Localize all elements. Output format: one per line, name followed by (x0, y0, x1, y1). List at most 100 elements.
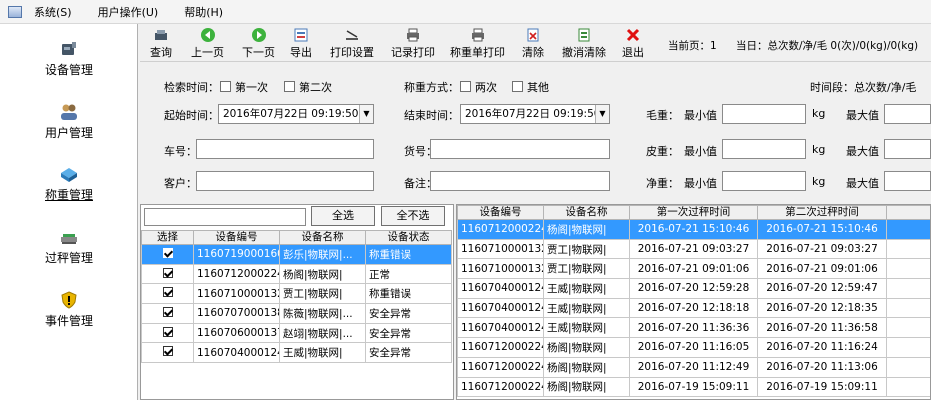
two-times-checkbox[interactable]: 两次 (460, 79, 497, 95)
export-button[interactable]: 导出 (290, 27, 312, 60)
customer-input[interactable] (196, 171, 374, 191)
select-checkbox-cell[interactable] (141, 263, 194, 285)
column-header[interactable]: 设备编号 (457, 205, 544, 220)
checkbox-box[interactable] (512, 81, 523, 92)
menu-system[interactable]: 系统(S) (34, 4, 72, 20)
record-extra-cell (886, 278, 930, 299)
checkbox-checked-icon[interactable] (162, 287, 173, 298)
column-header[interactable]: 选择 (141, 230, 194, 245)
record-first-time-cell: 2016-07-20 12:18:18 (629, 297, 758, 319)
checkbox-checked-icon[interactable] (162, 346, 173, 357)
customer-label: 客户： (164, 177, 197, 190)
record-name-cell: 贾工|物联网| (543, 238, 630, 260)
query-button[interactable]: 查询 (150, 27, 172, 60)
column-header[interactable]: 第一次过秤时间 (629, 205, 758, 220)
second-checkbox[interactable]: 第二次 (284, 79, 332, 95)
record-code-cell: 1160704000124 (457, 317, 544, 339)
prev-page-button[interactable]: 上一页 (191, 27, 224, 60)
device-code-cell: 1160704000124 (193, 342, 280, 364)
column-header[interactable]: 设备状态 (365, 230, 452, 245)
clear-button[interactable]: 清除 (522, 27, 544, 60)
record-print-button[interactable]: 记录打印 (391, 27, 435, 60)
record-second-time-cell: 2016-07-20 12:59:47 (757, 278, 887, 299)
checkbox-box[interactable] (460, 81, 471, 92)
record-name-cell: 王威|物联网| (543, 297, 630, 319)
record-extra-cell (886, 356, 930, 378)
chevron-down-icon[interactable]: ▼ (359, 105, 373, 123)
table-row[interactable]: 1160710000132 贾工|物联网| 称重错误 (141, 283, 452, 305)
table-row[interactable]: 1160712000224 杨阁|物联网| 2016-07-19 15:09:11 2… (457, 376, 930, 398)
records-table: 设备编号 设备名称 第一次过秤时间 第二次过秤时间 1160712000224 杨… (457, 205, 930, 398)
tare-min-input[interactable] (722, 139, 806, 159)
table-row[interactable]: 1160704000124 王威|物联网| 安全异常 (141, 342, 452, 364)
table-row[interactable]: 1160710000132 贾工|物联网| 2016-07-21 09:01:06 2… (457, 258, 930, 280)
sidebar-item-users[interactable]: 用户管理 (0, 103, 138, 163)
record-extra-cell (886, 238, 930, 260)
table-row[interactable]: 1160712000224 杨阁|物联网| 2016-07-21 15:10:46 2… (457, 219, 930, 240)
table-row[interactable]: 1160712000224 杨阁|物联网| 2016-07-20 11:16:05 2… (457, 337, 930, 358)
table-row[interactable]: 1160712000224 杨阁|物联网| 正常 (141, 263, 452, 285)
gross-max-input[interactable] (884, 104, 931, 124)
net-max-input[interactable] (884, 171, 931, 191)
table-row[interactable]: 1160704000124 王威|物联网| 2016-07-20 11:36:36 2… (457, 317, 930, 339)
select-all-button[interactable]: 全选 (311, 206, 375, 226)
column-header[interactable]: 第二次过秤时间 (757, 205, 887, 220)
menu-help[interactable]: 帮助(H) (184, 4, 223, 20)
checkbox-checked-icon[interactable] (162, 247, 173, 258)
weigh-print-icon (471, 28, 484, 42)
first-checkbox[interactable]: 第一次 (220, 79, 268, 95)
record-second-time-cell: 2016-07-20 11:16:24 (757, 337, 887, 358)
chevron-down-icon[interactable]: ▼ (595, 105, 609, 123)
end-time-picker[interactable]: 2016年07月22日 09:19:50 ▼ (460, 104, 610, 124)
cargo-input[interactable] (430, 139, 610, 159)
table-row[interactable]: 1160706000137 赵翊|物联网|... 安全异常 (141, 322, 452, 344)
net-min-input[interactable] (722, 171, 806, 191)
select-checkbox-cell[interactable] (141, 244, 194, 265)
table-row[interactable]: 1160712000224 杨阁|物联网| 2016-07-20 11:12:49 2… (457, 356, 930, 378)
weigh-print-button[interactable]: 称重单打印 (450, 27, 505, 60)
select-none-button[interactable]: 全不选 (381, 206, 445, 226)
device-code-cell: 1160712000224 (193, 263, 280, 285)
record-code-cell: 1160704000124 (457, 297, 544, 319)
column-header[interactable]: 设备编号 (193, 230, 280, 245)
record-second-time-cell: 2016-07-19 15:09:11 (757, 376, 887, 398)
start-time-picker[interactable]: 2016年07月22日 09:19:50 ▼ (218, 104, 374, 124)
checkbox-box[interactable] (220, 81, 231, 92)
table-row[interactable]: 1160704000124 王威|物联网| 2016-07-20 12:59:28 2… (457, 278, 930, 299)
sidebar-item-weigh[interactable]: 称重管理 (0, 165, 138, 225)
column-header[interactable]: 设备名称 (279, 230, 366, 245)
sidebar-item-events[interactable]: 事件管理 (0, 291, 138, 351)
checkbox-box[interactable] (284, 81, 295, 92)
select-checkbox-cell[interactable] (141, 322, 194, 344)
device-status-cell: 称重错误 (365, 244, 452, 265)
table-row[interactable]: 1160710000132 贾工|物联网| 2016-07-21 09:03:27 2… (457, 238, 930, 260)
sidebar-item-device[interactable]: 设备管理 (0, 40, 138, 100)
other-checkbox[interactable]: 其他 (512, 79, 549, 95)
select-checkbox-cell[interactable] (141, 283, 194, 305)
record-first-time-cell: 2016-07-20 11:16:05 (629, 337, 758, 358)
table-row[interactable]: 1160707000138 陈薇|物联网|... 安全异常 (141, 303, 452, 324)
print-setup-button[interactable]: 打印设置 (330, 27, 374, 60)
exit-button[interactable]: 退出 (622, 27, 644, 60)
checkbox-checked-icon[interactable] (162, 326, 173, 337)
select-checkbox-cell[interactable] (141, 342, 194, 364)
net-unit: kg (812, 175, 826, 188)
sidebar-item-scale[interactable]: 过秤管理 (0, 228, 138, 288)
undo-clear-button[interactable]: 撤消清除 (562, 27, 606, 60)
next-page-button[interactable]: 下一页 (242, 27, 275, 60)
gross-min-input[interactable] (722, 104, 806, 124)
checkbox-checked-icon[interactable] (162, 267, 173, 278)
column-header[interactable]: 设备名称 (543, 205, 630, 220)
table-row[interactable]: 1160704000124 王威|物联网| 2016-07-20 12:18:18 2… (457, 297, 930, 319)
menu-user-ops[interactable]: 用户操作(U) (98, 4, 159, 20)
remark-input[interactable] (430, 171, 610, 191)
tare-max-input[interactable] (884, 139, 931, 159)
query-icon (155, 30, 167, 40)
select-checkbox-cell[interactable] (141, 303, 194, 324)
plate-input[interactable] (196, 139, 374, 159)
checkbox-checked-icon[interactable] (162, 306, 173, 317)
table-row[interactable]: 1160719000160 彭乐|物联网|... 称重错误 (141, 244, 452, 265)
records-panel: 设备编号 设备名称 第一次过秤时间 第二次过秤时间 1160712000224 杨… (456, 204, 931, 400)
record-second-time-cell: 2016-07-21 09:01:06 (757, 258, 887, 280)
device-search-input[interactable] (144, 208, 306, 226)
